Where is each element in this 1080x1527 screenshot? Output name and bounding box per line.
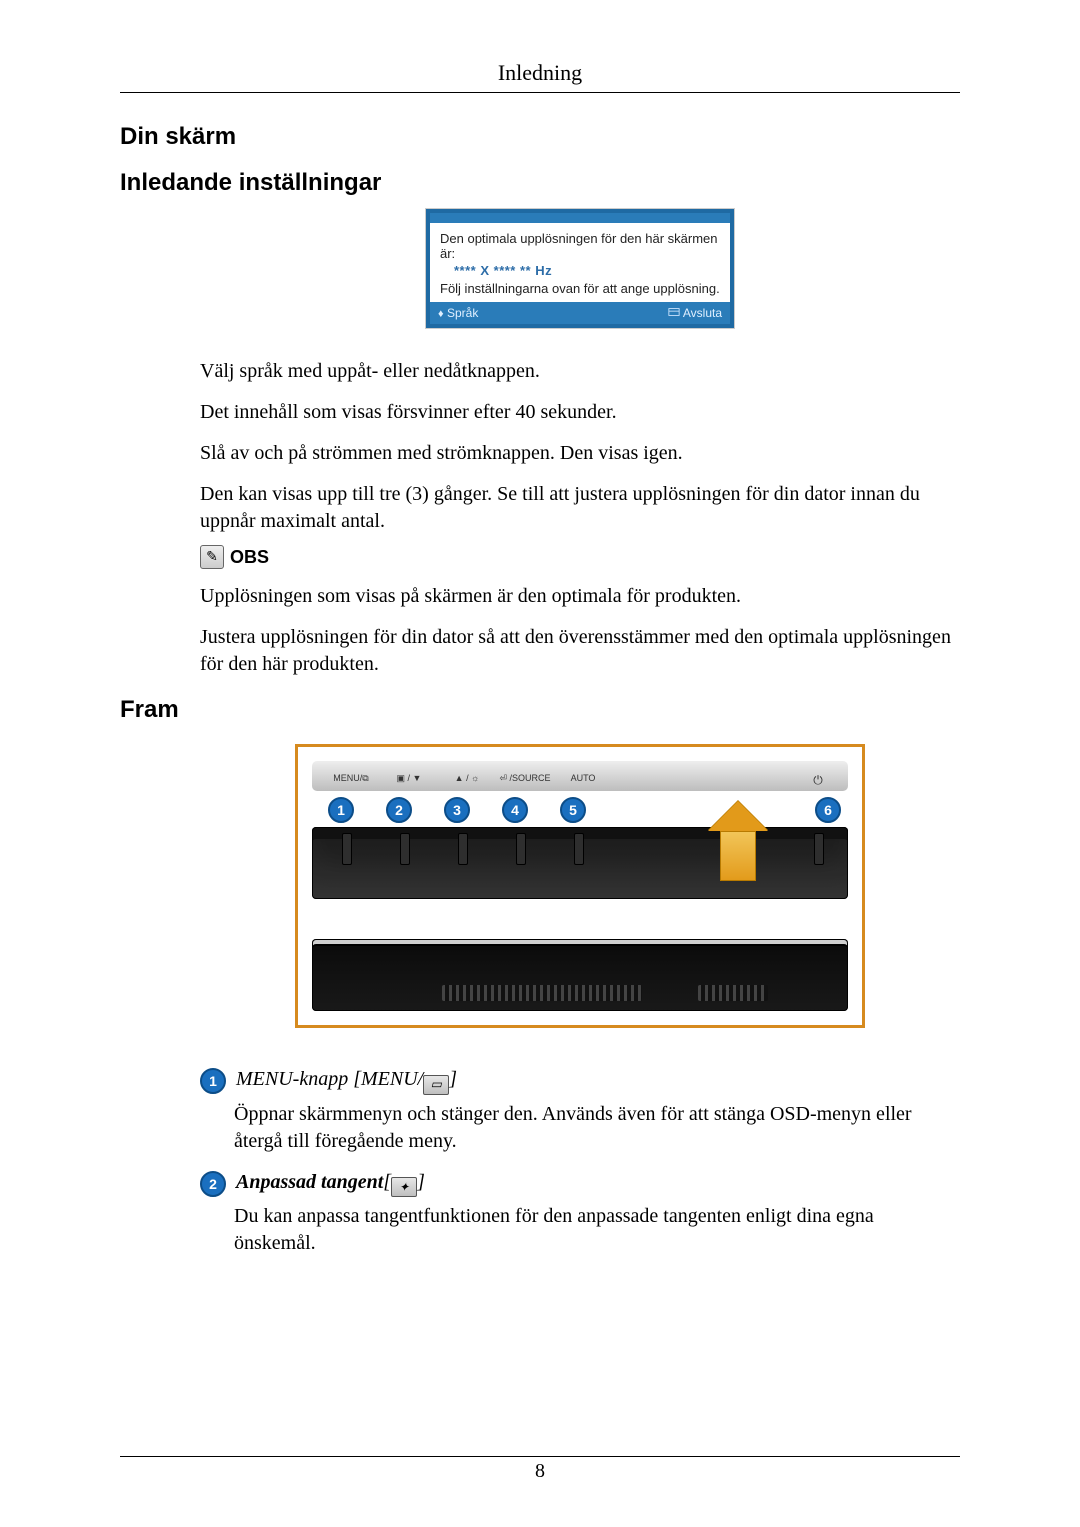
header-rule [120, 92, 960, 93]
power-icon: ⏻ [798, 773, 838, 788]
osd-avsluta: Avsluta [668, 306, 722, 320]
front-diagram: MENU/⧉ ▣ / ▼ ▲ / ☼ ⏎ /SOURCE AUTO ⏻ 1 2 … [200, 744, 960, 1028]
label-spacer [612, 773, 798, 788]
page-number: 8 [0, 1460, 1080, 1483]
page: Inledning Din skärm Inledande inställnin… [0, 0, 1080, 1527]
label-auto: AUTO [554, 773, 612, 788]
obs-label: OBS [230, 547, 269, 568]
tab-icon [458, 833, 468, 865]
def1-title: MENU-knapp [MENU/▭] [236, 1068, 457, 1095]
para-optimal-resolution: Upplösningen som visas på skärmen är den… [200, 583, 960, 610]
callout-6: 6 [815, 797, 841, 823]
osd-sprak: ♦ Språk [438, 306, 478, 320]
para-disappear-40s: Det innehåll som visas försvinner efter … [200, 399, 960, 426]
callout-2: 2 [386, 797, 412, 823]
para-power-toggle: Slå av och på strömmen med strömknappen.… [200, 440, 960, 467]
menu-osd-icon: ▭ [423, 1075, 449, 1095]
definition-1: 1 MENU-knapp [MENU/▭] [200, 1068, 960, 1095]
osd-sprak-label: Språk [447, 306, 478, 320]
monitor-button-bar: MENU/⧉ ▣ / ▼ ▲ / ☼ ⏎ /SOURCE AUTO ⏻ [312, 761, 848, 791]
arrow-head-icon [708, 801, 768, 831]
label-source: ⏎ /SOURCE [496, 773, 554, 788]
osd-titlebar [430, 213, 730, 223]
label-up-brightness: ▲ / ☼ [438, 773, 496, 788]
osd-box: Den optimala upplösningen för den här sk… [426, 209, 734, 328]
obs-callout: ✎ OBS [200, 545, 960, 569]
content-area-fram: MENU/⧉ ▣ / ▼ ▲ / ☼ ⏎ /SOURCE AUTO ⏻ 1 2 … [200, 744, 960, 1257]
osd-resolution-placeholder: **** X **** ** Hz [440, 261, 720, 281]
def1-body: Öppnar skärmmenyn och stänger den. Använ… [234, 1101, 960, 1155]
definition-2: 2 Anpassad tangent[✦] [200, 1171, 960, 1198]
def2-body: Du kan anpassa tangentfunktionen för den… [234, 1203, 960, 1257]
def1-title-b: ] [449, 1068, 457, 1090]
callout-5: 5 [560, 797, 586, 823]
osd-body: Den optimala upplösningen för den här sk… [430, 223, 730, 302]
osd-figure: Den optimala upplösningen för den här sk… [200, 209, 960, 328]
heading-inledande-installningar: Inledande inställningar [120, 169, 960, 197]
diagram-gap [298, 899, 862, 939]
callout-3: 3 [444, 797, 470, 823]
badge-1: 1 [200, 1068, 226, 1094]
osd-line2: Följ inställningarna ovan för att ange u… [440, 281, 720, 296]
label-menu: MENU/⧉ [322, 773, 380, 788]
button-labels-row: MENU/⧉ ▣ / ▼ ▲ / ☼ ⏎ /SOURCE AUTO ⏻ [322, 773, 838, 788]
content-area: Den optimala upplösningen för den här sk… [200, 209, 960, 678]
para-three-times: Den kan visas upp till tre (3) gånger. S… [200, 481, 960, 535]
para-choose-language: Välj språk med uppåt- eller nedåtknappen… [200, 358, 960, 385]
def2-title-a: Anpassad tangent [236, 1171, 383, 1193]
exit-icon [668, 307, 680, 320]
def2-bracket-close: ] [417, 1171, 425, 1193]
def2-bracket-open: [ [383, 1171, 391, 1193]
osd-footer: ♦ Språk Avsluta [430, 302, 730, 324]
heading-din-skarm: Din skärm [120, 123, 960, 151]
def2-title: Anpassad tangent[✦] [236, 1171, 425, 1198]
para-adjust-resolution: Justera upplösningen för din dator så at… [200, 624, 960, 678]
vent-slots-icon [698, 985, 768, 1001]
heading-fram: Fram [120, 696, 960, 724]
note-icon: ✎ [200, 545, 224, 569]
callout-4: 4 [502, 797, 528, 823]
vent-slots-icon [442, 985, 642, 1001]
osd-line1: Den optimala upplösningen för den här sk… [440, 231, 720, 261]
tab-icon [574, 833, 584, 865]
callout-1: 1 [328, 797, 354, 823]
def1-title-a: MENU-knapp [MENU/ [236, 1068, 423, 1090]
tab-icon [814, 833, 824, 865]
arrow-body-icon [720, 831, 756, 881]
updown-icon: ♦ [438, 308, 444, 320]
osd-avsluta-label: Avsluta [683, 306, 722, 320]
tab-icon [400, 833, 410, 865]
tab-icon [342, 833, 352, 865]
label-down: ▣ / ▼ [380, 773, 438, 788]
badge-2: 2 [200, 1171, 226, 1197]
footer-rule [120, 1456, 960, 1457]
tab-icon [516, 833, 526, 865]
diagram-frame: MENU/⧉ ▣ / ▼ ▲ / ☼ ⏎ /SOURCE AUTO ⏻ 1 2 … [295, 744, 865, 1028]
monitor-underside [312, 939, 848, 1011]
custom-key-icon: ✦ [391, 1177, 417, 1197]
up-arrow [708, 881, 768, 961]
running-header: Inledning [120, 60, 960, 86]
